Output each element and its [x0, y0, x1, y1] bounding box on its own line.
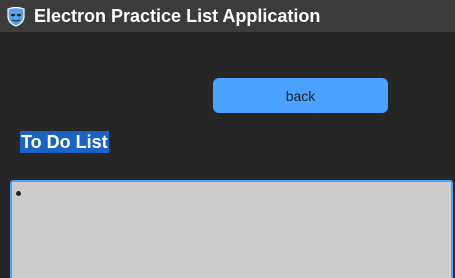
todo-list: [12, 182, 451, 200]
bullet-icon: [16, 191, 21, 196]
titlebar-decoration: [325, 0, 455, 6]
title-bar[interactable]: Electron Practice List Application: [0, 0, 455, 32]
todo-list-heading: To Do List: [20, 131, 109, 153]
window-title: Electron Practice List Application: [34, 6, 321, 26]
list-item[interactable]: [16, 186, 451, 200]
back-button[interactable]: back: [213, 78, 388, 113]
todo-list-box[interactable]: [10, 180, 453, 278]
masked-face-icon: [5, 5, 27, 27]
app-window: Electron Practice List Application back …: [0, 0, 455, 278]
